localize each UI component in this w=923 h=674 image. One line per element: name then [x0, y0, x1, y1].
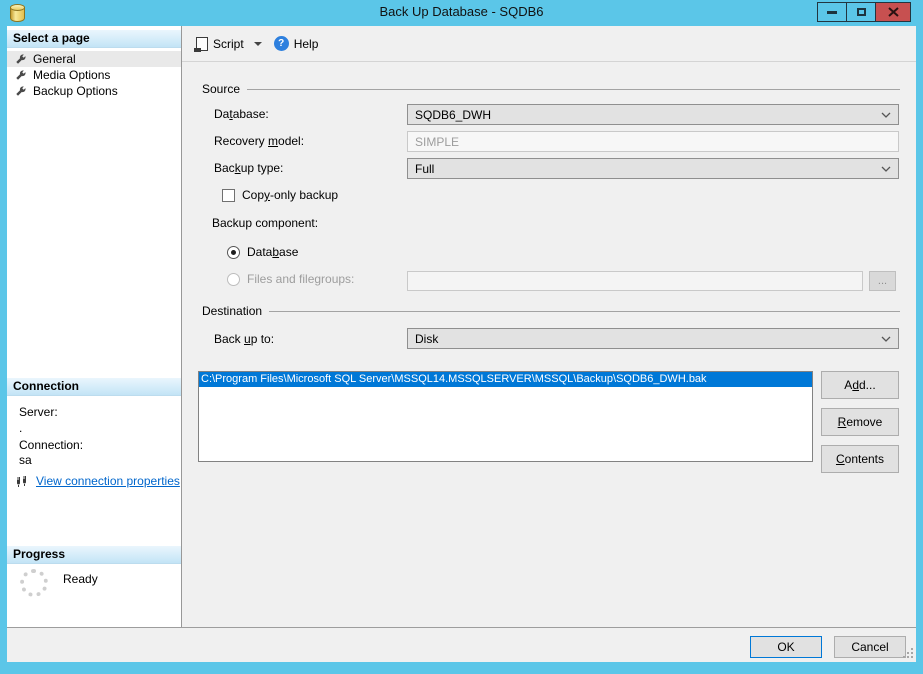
files-filegroups-radio-label: Files and filegroups: [247, 272, 354, 286]
script-dropdown-icon[interactable] [254, 42, 262, 46]
database-label: Database: [214, 107, 269, 121]
select-a-page-header: Select a page [7, 30, 181, 48]
copy-only-backup-checkbox[interactable] [222, 189, 235, 202]
destination-group-label: Destination [202, 304, 262, 318]
server-value: . [19, 421, 22, 435]
maximize-icon [857, 8, 866, 16]
list-item-selected[interactable]: C:\Program Files\Microsoft SQL Server\MS… [199, 372, 812, 387]
sidebar-item-backup-options[interactable]: Backup Options [7, 83, 181, 99]
files-filegroups-radio[interactable] [227, 273, 240, 286]
add-button[interactable]: Add... [821, 371, 899, 399]
help-button[interactable]: Help [270, 33, 323, 54]
sidebar: Select a page General Media Options Back… [7, 26, 181, 627]
close-button[interactable] [875, 2, 911, 22]
database-combobox-value: SQDB6_DWH [415, 108, 491, 122]
database-combobox[interactable]: SQDB6_DWH [407, 104, 899, 125]
main-panel: Script Help Source Database: SQDB6_DWH R… [181, 26, 916, 627]
source-group-label: Source [202, 82, 240, 96]
connection-label: Connection: [19, 438, 83, 452]
chevron-down-icon [881, 112, 891, 118]
toolbar: Script Help [182, 26, 916, 62]
connection-header: Connection [7, 378, 181, 396]
back-up-to-label: Back up to: [214, 332, 274, 346]
recovery-model-field: SIMPLE [407, 131, 899, 152]
connection-value: sa [19, 453, 32, 467]
group-divider [247, 89, 900, 90]
server-label: Server: [19, 405, 58, 419]
group-divider [269, 311, 900, 312]
sidebar-item-general[interactable]: General [7, 51, 181, 67]
sidebar-item-label: General [33, 52, 76, 66]
wrench-icon [15, 85, 27, 97]
chevron-down-icon [881, 166, 891, 172]
footer-bar: OK Cancel [7, 627, 916, 662]
close-icon [888, 7, 899, 17]
contents-button[interactable]: Contents [821, 445, 899, 473]
script-button-label: Script [213, 37, 244, 51]
database-radio[interactable] [227, 246, 240, 259]
dialog-body: Select a page General Media Options Back… [7, 26, 916, 662]
sidebar-item-label: Backup Options [33, 84, 118, 98]
database-radio-label: Database [247, 245, 298, 259]
files-filegroups-field [407, 271, 863, 291]
recovery-model-label: Recovery model: [214, 134, 304, 148]
ok-button[interactable]: OK [750, 636, 822, 658]
progress-status: Ready [63, 572, 98, 586]
title-bar[interactable]: Back Up Database - SQDB6 [0, 0, 923, 26]
connection-properties-icon [15, 475, 29, 488]
backup-database-window: Back Up Database - SQDB6 Select a page G… [0, 0, 923, 674]
wrench-icon [15, 69, 27, 81]
help-button-label: Help [294, 37, 319, 51]
wrench-icon [15, 53, 27, 65]
minimize-icon [827, 11, 837, 14]
script-button[interactable]: Script [192, 34, 248, 54]
sidebar-item-label: Media Options [33, 68, 110, 82]
help-icon [274, 36, 289, 51]
minimize-button[interactable] [817, 2, 847, 22]
sidebar-item-media-options[interactable]: Media Options [7, 67, 181, 83]
back-up-to-combobox-value: Disk [415, 332, 438, 346]
browse-button[interactable]: ... [869, 271, 896, 291]
backup-destination-list[interactable]: C:\Program Files\Microsoft SQL Server\MS… [198, 371, 813, 462]
back-up-to-combobox[interactable]: Disk [407, 328, 899, 349]
backup-type-combobox[interactable]: Full [407, 158, 899, 179]
remove-button[interactable]: Remove [821, 408, 899, 436]
chevron-down-icon [881, 336, 891, 342]
backup-component-label: Backup component: [212, 216, 318, 230]
window-title: Back Up Database - SQDB6 [0, 4, 923, 19]
cancel-button[interactable]: Cancel [834, 636, 906, 658]
script-icon [196, 37, 208, 51]
progress-header: Progress [7, 546, 181, 564]
copy-only-backup-label: Copy-only backup [242, 188, 338, 202]
progress-spinner-icon [20, 569, 48, 597]
backup-type-label: Backup type: [214, 161, 283, 175]
view-connection-properties-link[interactable]: View connection properties [36, 474, 180, 488]
recovery-model-value: SIMPLE [415, 135, 459, 149]
maximize-button[interactable] [846, 2, 876, 22]
backup-type-combobox-value: Full [415, 162, 434, 176]
resize-grip-icon[interactable] [903, 648, 913, 658]
